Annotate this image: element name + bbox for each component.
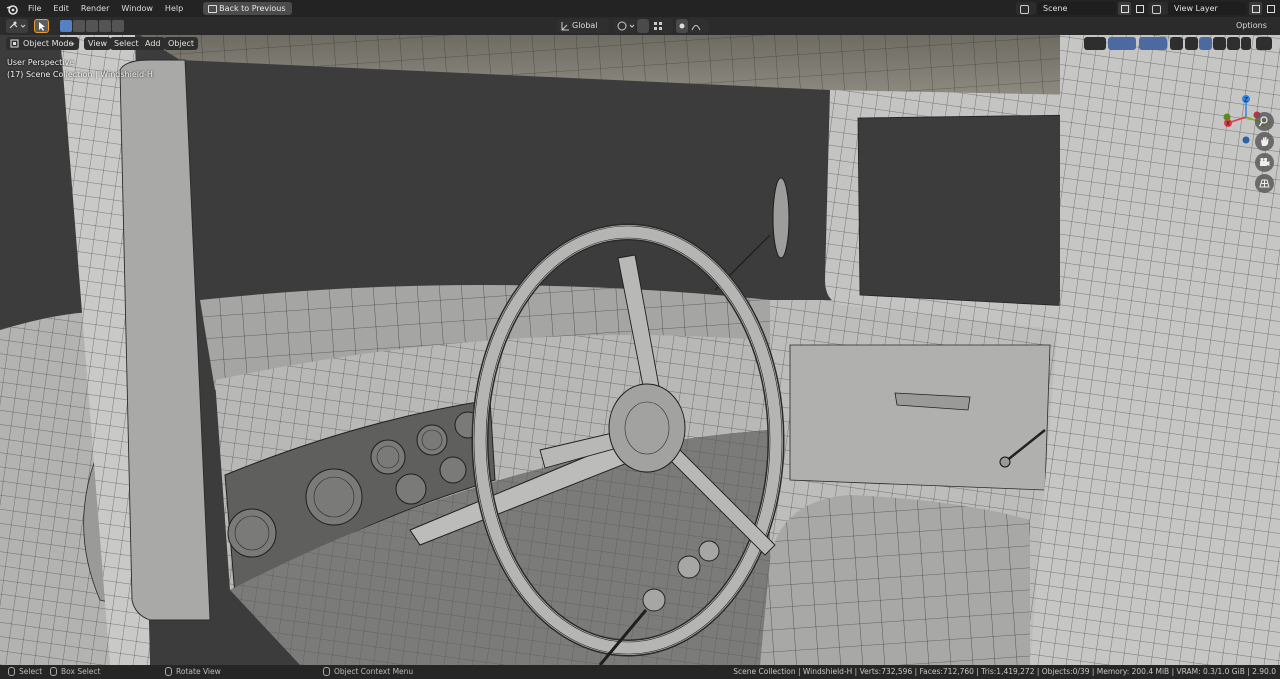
shading-options-chevron-icon[interactable]	[1241, 37, 1251, 50]
mode-difference-icon[interactable]	[99, 20, 111, 32]
top-menu-bar: File Edit Render Window Help Back to Pre…	[0, 0, 1280, 17]
orientation-label: Global	[572, 21, 598, 30]
menu-file[interactable]: File	[22, 0, 47, 17]
camera-view-icon[interactable]	[1255, 153, 1274, 172]
mode-new-icon[interactable]	[60, 20, 72, 32]
menu-render[interactable]: Render	[75, 0, 115, 17]
pivot-point-icon[interactable]	[614, 19, 636, 33]
chevron-down-icon: ⌄	[69, 38, 76, 47]
new-scene-icon[interactable]	[1118, 2, 1131, 15]
scene-name-field[interactable]: Scene	[1037, 2, 1116, 15]
collection-label: (17) Scene Collection | Windshield-H	[7, 70, 153, 79]
view-layer-icon[interactable]	[1148, 2, 1168, 15]
solid-shading-icon[interactable]	[1199, 37, 1212, 50]
menu-help[interactable]: Help	[159, 0, 189, 17]
status-context-menu: Object Context Menu	[323, 665, 413, 679]
falloff-icon[interactable]	[689, 19, 709, 33]
snap-target-icon[interactable]	[651, 19, 673, 33]
3d-viewport[interactable]: User Perspective (17) Scene Collection |…	[0, 35, 1280, 665]
select-tool-icon[interactable]	[34, 19, 49, 33]
mouse-right-icon	[323, 666, 330, 676]
menu-window[interactable]: Window	[115, 0, 159, 17]
menu-edit[interactable]: Edit	[47, 0, 75, 17]
mouse-middle-icon	[165, 666, 172, 676]
truck-interior-wireframe	[0, 35, 1280, 665]
xray-toggle-icon[interactable]	[1170, 37, 1183, 50]
mode-intersect-icon[interactable]	[112, 20, 124, 32]
remove-view-layer-icon[interactable]	[1264, 2, 1277, 15]
sidebar-toggle-icon[interactable]	[1256, 37, 1272, 50]
snap-toggle-icon[interactable]	[637, 19, 649, 33]
status-select: Select	[8, 665, 42, 679]
object-mode-label: Object Mode	[23, 39, 74, 48]
gizmo-toggle-icon[interactable]	[1108, 37, 1136, 50]
remove-scene-icon[interactable]	[1133, 2, 1146, 15]
transform-orientation-dropdown[interactable]: Global	[557, 19, 609, 33]
mode-subtract-icon[interactable]	[86, 20, 98, 32]
add-menu[interactable]: Add	[141, 37, 165, 50]
pan-hand-icon[interactable]	[1255, 132, 1274, 151]
scene-statistics: Scene Collection | Windshield-H | Verts:…	[733, 667, 1276, 676]
visibility-dropdown-icon[interactable]	[1084, 37, 1106, 50]
blender-logo-icon[interactable]	[6, 3, 18, 15]
rendered-shading-icon[interactable]	[1227, 37, 1240, 50]
overlay-toggle-icon[interactable]	[1139, 37, 1167, 50]
object-mode-dropdown[interactable]: Object Mode ⌄	[6, 37, 79, 50]
mouse-drag-icon	[50, 666, 57, 676]
material-preview-icon[interactable]	[1213, 37, 1226, 50]
editor-type-icon[interactable]	[6, 19, 28, 33]
new-view-layer-icon[interactable]	[1249, 2, 1262, 15]
proportional-edit-icon[interactable]	[676, 19, 688, 33]
view-menu[interactable]: View	[84, 37, 111, 50]
zoom-icon[interactable]	[1255, 112, 1274, 131]
view-layer-field[interactable]: View Layer	[1168, 2, 1246, 15]
gizmo-z-label: Z	[1244, 97, 1248, 104]
object-menu[interactable]: Object	[164, 37, 199, 50]
tool-header: Global Options	[0, 17, 1280, 35]
viewport-header: Object Mode ⌄ View Select Add Object	[0, 35, 1280, 52]
status-bar: Select Box Select Rotate View Object Con…	[0, 665, 1280, 679]
status-box-select: Box Select	[50, 665, 100, 679]
back-to-previous-button[interactable]: Back to Previous	[203, 2, 292, 15]
select-menu[interactable]: Select	[110, 37, 143, 50]
object-mode-icon	[10, 39, 19, 48]
mouse-left-icon	[8, 666, 15, 676]
status-rotate-view: Rotate View	[165, 665, 221, 679]
mode-extend-icon[interactable]	[73, 20, 85, 32]
perspective-toggle-icon[interactable]	[1255, 174, 1274, 193]
wireframe-shading-icon[interactable]	[1185, 37, 1198, 50]
view-perspective-label: User Perspective	[7, 58, 75, 67]
options-dropdown[interactable]: Options	[1236, 19, 1267, 33]
scene-icon[interactable]	[1016, 2, 1036, 15]
gizmo-x-label: X	[1226, 121, 1230, 128]
